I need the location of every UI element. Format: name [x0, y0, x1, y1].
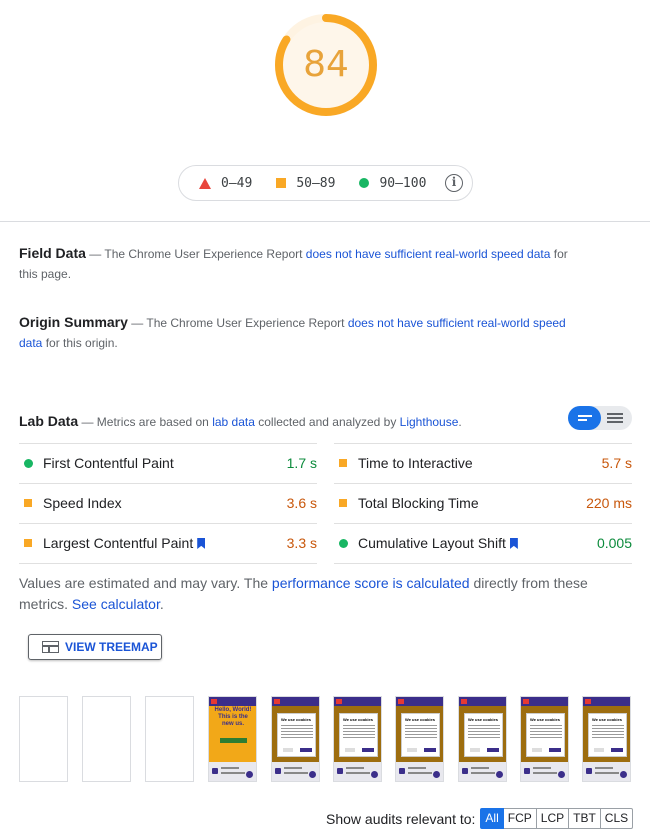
metric-name: Cumulative Layout Shift — [358, 535, 506, 551]
audit-filter-bar: Show audits relevant to: All FCP LCP TBT… — [326, 808, 634, 829]
info-icon[interactable]: i — [445, 174, 463, 192]
lighthouse-link[interactable]: Lighthouse — [400, 415, 459, 429]
orange-square-icon — [24, 539, 32, 547]
filmstrip-frame: We use cookies — [582, 696, 631, 782]
origin-summary-text-after: for this origin. — [42, 336, 118, 350]
filmstrip-dialog-title: We use cookies — [343, 717, 373, 722]
orange-square-icon — [339, 499, 347, 507]
see-calculator-link[interactable]: See calculator — [72, 596, 160, 612]
field-data-section: Field Data — The Chrome User Experience … — [19, 243, 579, 284]
metric-cumulative-layout-shift: Cumulative Layout Shift 0.005 — [334, 523, 632, 563]
metric-value: 3.3 s — [286, 535, 317, 551]
orange-square-icon — [24, 499, 32, 507]
metrics-view-toggle[interactable] — [568, 406, 632, 430]
view-treemap-button[interactable]: VIEW TREEMAP — [28, 634, 162, 660]
origin-summary-section: Origin Summary — The Chrome User Experie… — [19, 312, 579, 353]
metrics-grid: First Contentful Paint 1.7 s Time to Int… — [19, 443, 632, 564]
filmstrip-frame: We use cookies — [458, 696, 507, 782]
filmstrip-hero-text: Hello, World! This is the new us. — [214, 707, 252, 727]
metric-name: First Contentful Paint — [43, 455, 174, 471]
note-text-3: . — [159, 596, 164, 612]
orange-square-icon — [339, 459, 347, 467]
orange-square-icon — [276, 178, 287, 188]
filter-cls-button[interactable]: CLS — [600, 808, 634, 829]
section-divider — [0, 221, 650, 222]
lab-data-text-before: — Metrics are based on — [81, 415, 213, 429]
filmstrip-dialog-title: We use cookies — [281, 717, 311, 722]
filmstrip-frame: We use cookies — [271, 696, 320, 782]
filmstrip-frame: We use cookies — [333, 696, 382, 782]
expanded-view-icon[interactable] — [607, 413, 623, 425]
field-data-text-before: — The Chrome User Experience Report — [89, 247, 306, 261]
legend-average-label: 50–89 — [296, 175, 336, 191]
core-web-vital-flag-icon — [197, 538, 206, 549]
lab-data-link[interactable]: lab data — [212, 415, 255, 429]
metric-name: Speed Index — [43, 495, 122, 511]
metrics-divider — [334, 563, 632, 564]
filter-fcp-button[interactable]: FCP — [503, 808, 537, 829]
metric-name: Time to Interactive — [358, 455, 473, 471]
filmstrip-frame — [82, 696, 131, 782]
view-treemap-label: VIEW TREEMAP — [65, 640, 158, 654]
lab-data-text-after: . — [458, 415, 462, 429]
metric-value: 1.7 s — [286, 455, 317, 471]
filmstrip-frame — [145, 696, 194, 782]
metric-value: 0.005 — [596, 535, 632, 551]
performance-score-link[interactable]: performance score is calculated — [272, 575, 470, 591]
filmstrip-frame: We use cookies — [520, 696, 569, 782]
filmstrip-frame: Hello, World! This is the new us. — [208, 696, 257, 782]
legend-fail-label: 0–49 — [221, 175, 253, 191]
audit-filter-label: Show audits relevant to: — [326, 810, 476, 827]
filmstrip-frame: We use cookies — [395, 696, 444, 782]
metric-value: 220 ms — [586, 495, 632, 511]
field-data-link[interactable]: does not have sufficient real-world spee… — [306, 247, 551, 261]
summary-view-icon[interactable] — [568, 406, 601, 430]
filmstrip-dialog-title: We use cookies — [530, 717, 560, 722]
lab-data-section: Lab Data — Metrics are based on lab data… — [19, 411, 579, 432]
lab-data-heading: Lab Data — [19, 413, 79, 429]
metric-name: Largest Contentful Paint — [43, 535, 194, 551]
core-web-vital-flag-icon — [509, 538, 518, 549]
field-data-heading: Field Data — [19, 245, 86, 261]
metric-value: 5.7 s — [601, 455, 632, 471]
filter-all-button[interactable]: All — [480, 808, 504, 829]
metric-value: 3.6 s — [286, 495, 317, 511]
legend-fail: 0–49 — [199, 176, 252, 191]
metric-total-blocking-time: Total Blocking Time 220 ms — [334, 483, 632, 523]
metric-first-contentful-paint: First Contentful Paint 1.7 s — [19, 443, 317, 483]
green-circle-icon — [359, 178, 370, 188]
metric-speed-index: Speed Index 3.6 s — [19, 483, 317, 523]
filmstrip-dialog-title: We use cookies — [592, 717, 622, 722]
treemap-icon — [42, 641, 59, 653]
score-legend: 0–49 50–89 90–100 i — [178, 165, 473, 201]
performance-score-value: 84 — [303, 44, 349, 85]
green-circle-icon — [339, 539, 348, 548]
performance-score-gauge: 84 — [274, 13, 378, 117]
filmstrip-dialog-title: We use cookies — [468, 717, 498, 722]
legend-pass-label: 90–100 — [379, 175, 427, 191]
metric-time-to-interactive: Time to Interactive 5.7 s — [334, 443, 632, 483]
origin-summary-heading: Origin Summary — [19, 314, 128, 330]
metric-largest-contentful-paint: Largest Contentful Paint 3.3 s — [19, 523, 317, 563]
green-circle-icon — [24, 459, 33, 468]
metric-name: Total Blocking Time — [358, 495, 479, 511]
filter-lcp-button[interactable]: LCP — [536, 808, 570, 829]
note-text-1: Values are estimated and may vary. The — [19, 575, 272, 591]
metrics-note: Values are estimated and may vary. The p… — [19, 573, 619, 615]
metrics-divider — [19, 563, 317, 564]
filmstrip-frame — [19, 696, 68, 782]
legend-pass: 90–100 — [359, 176, 426, 191]
legend-average: 50–89 — [276, 176, 335, 191]
filmstrip-dialog-title: We use cookies — [405, 717, 435, 722]
lab-data-text-mid: collected and analyzed by — [254, 415, 400, 429]
red-triangle-icon — [199, 177, 211, 189]
origin-summary-text-before: — The Chrome User Experience Report — [131, 316, 348, 330]
filter-tbt-button[interactable]: TBT — [569, 808, 601, 829]
